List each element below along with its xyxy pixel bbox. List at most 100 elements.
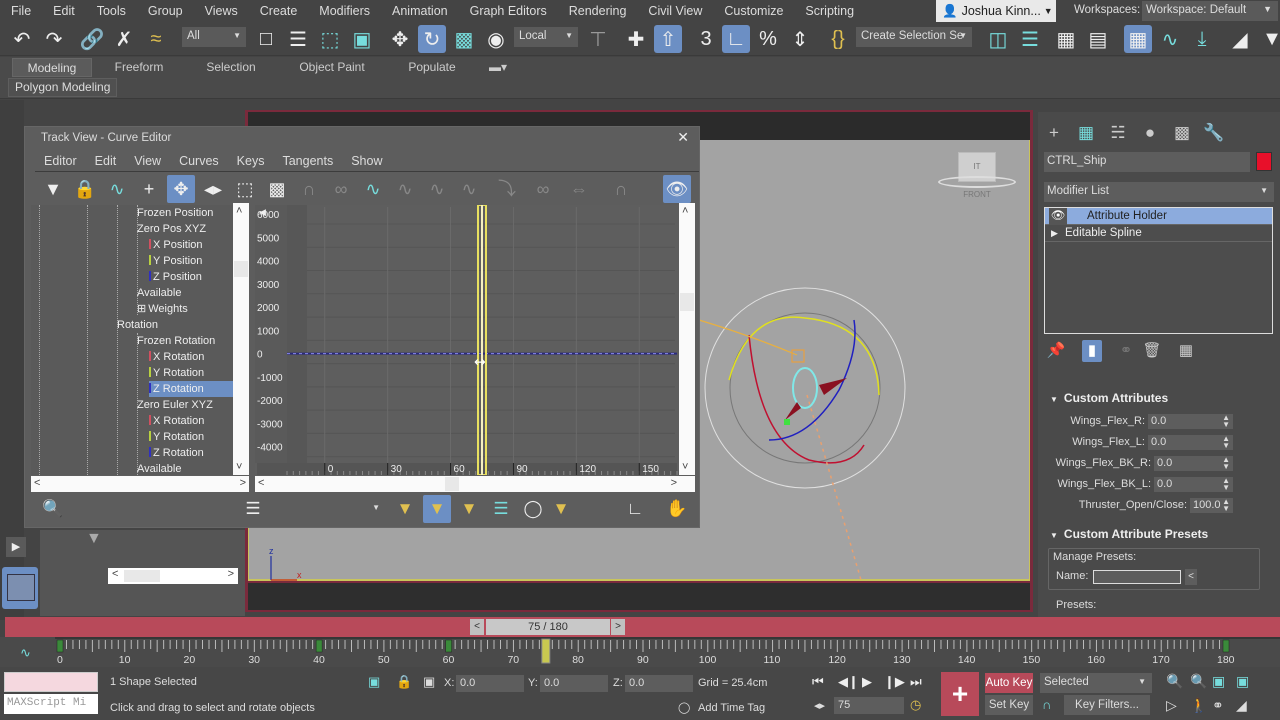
user-account-button[interactable]: 👤 Joshua Kinn... ▼ (936, 0, 1056, 22)
tree-item[interactable]: Zero Pos XYZ (137, 221, 206, 237)
keyboard-shortcut-override-icon[interactable]: ⇧ (654, 25, 682, 53)
zoom-icon[interactable]: 🔍 (1166, 673, 1183, 690)
scroll-down-icon[interactable]: ˅ (236, 461, 242, 473)
modify-tab-icon[interactable]: ▦ (1074, 121, 1098, 145)
selection-lock-icon[interactable]: 🔒 (396, 674, 412, 690)
tv-menu-show[interactable]: Show (342, 151, 391, 171)
maxscript-listener-output[interactable] (4, 672, 98, 692)
unify-tangents-icon[interactable]: ⇔ (565, 175, 593, 203)
region-keys-icon[interactable]: ∿ (359, 175, 387, 203)
retime-all-icon[interactable]: ∿ (423, 175, 451, 203)
attribute-spinner[interactable]: 0.0 ▲ ▼ (1154, 456, 1233, 471)
scroll-left-icon[interactable]: < (112, 568, 118, 580)
track-search-field[interactable] (77, 500, 225, 518)
select-object-icon[interactable]: □ (252, 25, 280, 53)
close-icon[interactable]: ✕ (677, 129, 689, 146)
stack-item-attribute-holder[interactable]: 👁 Attribute Holder (1045, 208, 1272, 225)
menu-file[interactable]: File (0, 0, 42, 22)
key-filters-button[interactable]: Key Filters... (1064, 695, 1150, 715)
tv-menu-keys[interactable]: Keys (228, 151, 274, 171)
tree-item[interactable]: Z Position (149, 269, 202, 285)
pin-stack-icon[interactable]: 📌 (1046, 340, 1066, 362)
custom-attributes-rollout[interactable]: ▼ Custom Attributes (1050, 391, 1168, 405)
configure-modifier-sets-icon[interactable]: ▦ (1176, 340, 1196, 362)
tree-item[interactable]: Available (137, 461, 181, 475)
toggle-ribbon-icon[interactable]: ▦ (1124, 25, 1152, 53)
y-coord-field[interactable]: 0.0 (540, 675, 608, 692)
orbit-icon[interactable]: ⚭ (1212, 697, 1224, 714)
material-editor-icon[interactable]: ◢ (1226, 25, 1254, 53)
menu-animation[interactable]: Animation (381, 0, 459, 22)
mirror-icon[interactable]: ◫ (984, 25, 1012, 53)
select-scale-icon[interactable]: ▩ (450, 25, 478, 53)
tree-item[interactable]: Z Rotation (149, 445, 204, 461)
graph-hscroll[interactable]: < > (255, 476, 695, 492)
tree-item[interactable]: X Rotation (149, 349, 204, 365)
track-view-title[interactable]: Track View - Curve Editor (41, 132, 171, 144)
tree-item[interactable]: Rotation (117, 317, 158, 333)
go-to-start-icon[interactable]: ⏮ (812, 674, 824, 690)
create-tab-icon[interactable]: + (1042, 121, 1066, 145)
edit-track-set-icon[interactable]: ☰ (239, 495, 267, 523)
key-mode-toggle-icon[interactable]: ◂▸ (814, 699, 825, 712)
zoom-selected-icon[interactable]: 🔍 (39, 495, 67, 523)
spinner-snap-icon[interactable]: ⇕ (786, 25, 814, 53)
menu-create[interactable]: Create (249, 0, 309, 22)
curve-editor-icon[interactable]: ∿ (1156, 25, 1184, 53)
menu-modifiers[interactable]: Modifiers (308, 0, 381, 22)
spinner-arrows-icon[interactable]: ▲ ▼ (1222, 435, 1230, 450)
custom-attribute-presets-rollout[interactable]: ▼ Custom Attribute Presets (1050, 527, 1208, 541)
schematic-view-icon[interactable]: ⤓ (1188, 25, 1216, 53)
make-unique-icon[interactable]: ⚭ (1116, 340, 1136, 362)
filter-icon[interactable]: ▼ (86, 530, 102, 548)
time-slider-prev[interactable]: < (470, 619, 484, 635)
scroll-thumb[interactable] (234, 261, 248, 277)
scroll-thumb[interactable] (680, 293, 694, 311)
ribbon-tab-modeling[interactable]: Modeling (12, 58, 92, 77)
object-name-field[interactable]: CTRL_Ship (1044, 152, 1250, 172)
edit-named-selection-icon[interactable]: {} (824, 25, 852, 53)
undo-icon[interactable]: ↶ (8, 25, 36, 53)
tv-menu-view[interactable]: View (125, 151, 170, 171)
attribute-spinner[interactable]: 0.0 ▲ ▼ (1148, 414, 1233, 429)
show-tangents-icon[interactable]: 👁 (663, 175, 691, 203)
menu-tools[interactable]: Tools (86, 0, 137, 22)
break-tangents-icon[interactable]: ∞ (529, 175, 557, 203)
viewport-layout-button[interactable] (2, 567, 38, 609)
absolute-mode-icon[interactable]: ▣ (423, 674, 435, 690)
time-slider-track[interactable] (5, 617, 1280, 637)
set-keys-button[interactable]: + (941, 672, 979, 716)
angle-snap-icon[interactable]: ∟ (722, 25, 750, 53)
ribbon-tab-populate[interactable]: Populate (396, 58, 468, 77)
draw-curves-icon[interactable]: ∿ (103, 175, 131, 203)
default-in-out-tangents-icon[interactable]: ∩ (1042, 697, 1051, 712)
modifier-list-dropdown[interactable]: Modifier List ▼ (1044, 182, 1274, 202)
filter-active-layer-icon[interactable]: ☰ (487, 495, 515, 523)
render-setup-icon[interactable]: ▼ (1258, 25, 1280, 53)
show-end-result-icon[interactable]: ▮ (1082, 340, 1102, 362)
track-set-dropdown[interactable]: ▼ (273, 500, 385, 518)
menu-civil-view[interactable]: Civil View (637, 0, 713, 22)
snaps-toggle-icon[interactable]: 3 (692, 25, 720, 53)
spinner-arrows-icon[interactable]: ▲ ▼ (1222, 498, 1230, 513)
selection-filter-dropdown[interactable]: All ▼ (182, 27, 246, 47)
scroll-left-icon[interactable]: < (258, 477, 264, 489)
scene-explorer-icon[interactable]: ▦ (1052, 25, 1080, 53)
unlink-icon[interactable]: ✗ (110, 25, 138, 53)
x-coord-field[interactable]: 0.0 (456, 675, 524, 692)
scroll-thumb[interactable] (124, 570, 160, 582)
rectangular-selection-icon[interactable]: ⬚ (316, 25, 344, 53)
go-to-end-icon[interactable]: ⏭ (910, 674, 922, 690)
viewcube-compass[interactable] (938, 176, 1016, 188)
tree-item[interactable]: Z Rotation (149, 381, 233, 397)
tree-item[interactable]: X Rotation (149, 413, 204, 429)
slide-keys-icon[interactable]: ◂▸ (199, 175, 227, 203)
display-tab-icon[interactable]: ▩ (1170, 121, 1194, 145)
filter-unlocked-icon[interactable]: ▼ (547, 495, 575, 523)
select-place-icon[interactable]: ◉ (482, 25, 510, 53)
time-slider-next[interactable]: > (611, 619, 625, 635)
scroll-down-icon[interactable]: ˅ (682, 461, 688, 473)
menu-customize[interactable]: Customize (713, 0, 794, 22)
filter-visible-objects-icon[interactable]: ◯ (519, 495, 547, 523)
scale-keys-icon[interactable]: ⬚ (231, 175, 259, 203)
